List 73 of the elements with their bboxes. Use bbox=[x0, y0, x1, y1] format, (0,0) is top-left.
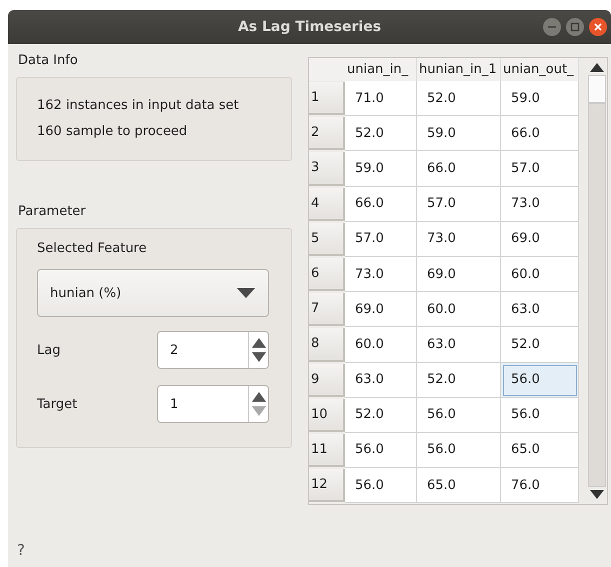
table-cell[interactable]: 52.0 bbox=[345, 116, 417, 152]
row-header[interactable]: 1 bbox=[309, 82, 345, 116]
table-cell[interactable]: 59.0 bbox=[501, 81, 579, 116]
up-arrow-icon[interactable] bbox=[251, 390, 267, 403]
close-icon[interactable] bbox=[589, 18, 607, 36]
row-header[interactable]: 9 bbox=[309, 364, 345, 397]
table-cell[interactable]: 60.0 bbox=[345, 327, 417, 362]
table-cell[interactable]: 57.0 bbox=[417, 186, 501, 222]
table-cell[interactable]: 59.0 bbox=[345, 151, 417, 187]
scroll-up-icon[interactable] bbox=[590, 62, 604, 72]
table-cell[interactable]: 52.0 bbox=[345, 398, 417, 433]
table-cell[interactable]: 56.0 bbox=[501, 398, 579, 433]
row-header[interactable]: 12 bbox=[309, 469, 345, 502]
row-header[interactable]: 3 bbox=[309, 152, 345, 186]
window-title: As Lag Timeseries bbox=[238, 19, 382, 35]
table-cell[interactable]: 63.0 bbox=[501, 292, 579, 328]
section-title: Data Info bbox=[17, 52, 79, 68]
help-icon[interactable]: ? bbox=[10, 541, 296, 567]
section-title: Parameter bbox=[17, 203, 87, 219]
table-cell[interactable]: 60.0 bbox=[417, 292, 501, 328]
row-header[interactable]: 10 bbox=[309, 398, 345, 432]
table-cell[interactable]: 52.0 bbox=[417, 362, 501, 398]
scroll-thumb[interactable] bbox=[588, 75, 606, 103]
table-cell[interactable]: 66.0 bbox=[417, 151, 501, 187]
row-header[interactable]: 7 bbox=[309, 293, 345, 326]
table-cell[interactable]: 56.0 bbox=[417, 398, 501, 433]
minimize-icon[interactable] bbox=[543, 18, 561, 36]
caret-icon bbox=[236, 288, 256, 298]
info-text: 162 instances in input data set bbox=[37, 98, 240, 113]
table-cell[interactable]: 63.0 bbox=[417, 327, 501, 362]
table-cell[interactable]: 73.0 bbox=[417, 222, 501, 257]
table-cell[interactable]: 69.0 bbox=[501, 222, 579, 257]
table-cell[interactable]: 59.0 bbox=[417, 116, 501, 152]
up-arrow-icon[interactable] bbox=[251, 336, 267, 349]
row-header[interactable]: 6 bbox=[309, 258, 345, 292]
column-header[interactable]: unian_out_ bbox=[501, 58, 579, 81]
row-header[interactable]: 5 bbox=[309, 222, 345, 256]
table-cell[interactable]: 65.0 bbox=[417, 468, 501, 504]
table-cell[interactable]: 73.0 bbox=[501, 186, 579, 222]
table-cell[interactable]: 65.0 bbox=[501, 432, 579, 468]
table-cell[interactable]: 56.0 bbox=[345, 432, 417, 468]
row-header[interactable]: 8 bbox=[309, 328, 345, 362]
table-cell[interactable]: 73.0 bbox=[345, 256, 417, 292]
table-cell[interactable]: 60.0 bbox=[501, 256, 579, 292]
spin-field[interactable]: 1 bbox=[157, 385, 269, 423]
table-cell[interactable]: 66.0 bbox=[501, 116, 579, 152]
field-label: Target bbox=[37, 396, 78, 412]
table-cell[interactable]: 69.0 bbox=[417, 256, 501, 292]
scroll-down-icon[interactable] bbox=[590, 490, 604, 500]
table-cell[interactable]: 56.0 bbox=[345, 468, 417, 504]
table-cell[interactable]: 57.0 bbox=[501, 151, 579, 187]
row-header[interactable]: 4 bbox=[309, 188, 345, 221]
down-arrow-icon[interactable] bbox=[251, 351, 267, 364]
field-label: Lag bbox=[37, 342, 60, 358]
table-cell[interactable]: 52.0 bbox=[417, 81, 501, 116]
table-cell[interactable]: 63.0 bbox=[345, 362, 417, 398]
table-cell[interactable]: 52.0 bbox=[501, 327, 579, 362]
field-label: Selected Feature bbox=[37, 241, 148, 256]
table-cell[interactable]: 56.0 bbox=[417, 432, 501, 468]
feature-dropdown[interactable]: hunian (%) bbox=[37, 269, 269, 317]
info-text: 160 sample to proceed bbox=[37, 124, 188, 139]
column-header[interactable]: hunian_in_1 bbox=[417, 58, 501, 81]
table-cell[interactable]: 57.0 bbox=[345, 222, 417, 257]
row-header[interactable]: 11 bbox=[309, 434, 345, 468]
table-cell[interactable]: 76.0 bbox=[501, 468, 579, 504]
spin-field[interactable]: 2 bbox=[157, 331, 269, 369]
table-cell[interactable]: 66.0 bbox=[345, 186, 417, 222]
table-cell[interactable]: 56.0 bbox=[501, 362, 579, 398]
maximize-icon[interactable] bbox=[566, 18, 584, 36]
row-header[interactable]: 2 bbox=[309, 117, 345, 150]
table-cell[interactable]: 71.0 bbox=[345, 81, 417, 116]
column-header[interactable]: unian_in_ bbox=[345, 58, 417, 81]
table-cell[interactable]: 69.0 bbox=[345, 292, 417, 328]
